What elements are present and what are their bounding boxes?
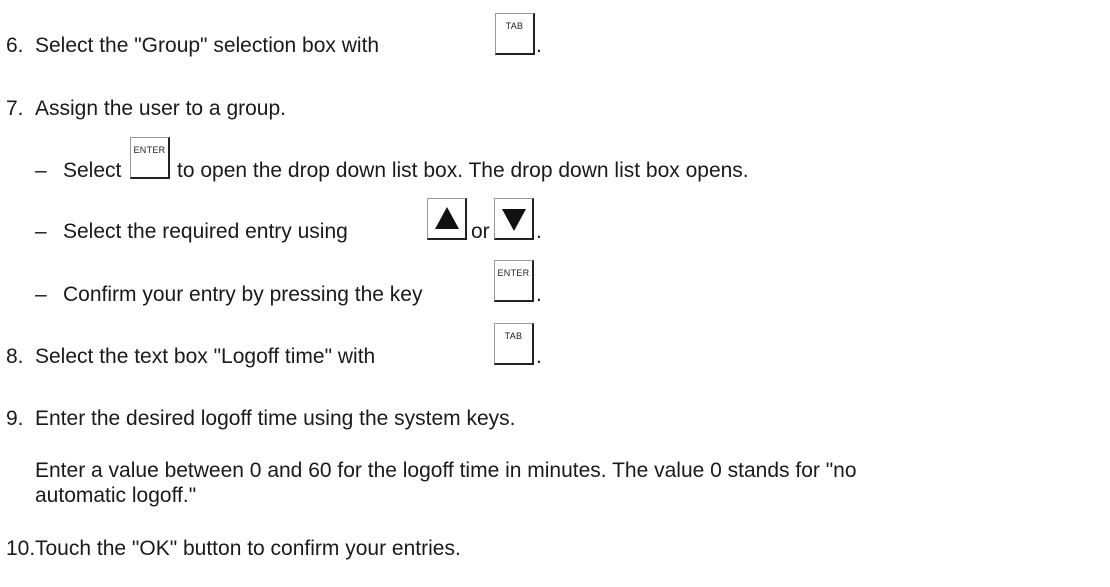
paragraph-line: automatic logoff." xyxy=(35,484,197,507)
substep-punct: . xyxy=(536,283,542,306)
step-number: 10. xyxy=(6,537,36,560)
substep-text: Select the required entry using xyxy=(63,220,348,243)
step-number: 7. xyxy=(6,97,24,120)
substep-punct: . xyxy=(536,220,542,243)
step-text: Touch the "OK" button to confirm your en… xyxy=(35,537,461,560)
bullet-dash: – xyxy=(35,283,47,306)
step-text: Select the text box "Logoff time" with xyxy=(35,345,376,368)
key-label: TAB xyxy=(504,331,523,341)
key-label: ENTER xyxy=(497,268,530,278)
step-text: Assign the user to a group. xyxy=(35,97,286,120)
or-text: or xyxy=(471,220,490,243)
step-punct: . xyxy=(536,345,542,368)
key-label: TAB xyxy=(505,21,524,31)
step-number: 6. xyxy=(6,34,24,57)
bullet-dash: – xyxy=(35,220,47,243)
enter-key-icon: ENTER xyxy=(494,260,534,302)
arrow-down-key-icon xyxy=(494,198,534,240)
tab-key-icon: TAB xyxy=(494,323,534,365)
step-punct: . xyxy=(536,34,542,57)
tab-key-icon: TAB xyxy=(495,13,535,55)
substep-text: Select xyxy=(63,159,122,182)
up-triangle-icon xyxy=(435,207,459,229)
substep-text: Confirm your entry by pressing the key xyxy=(63,283,423,306)
step-number: 9. xyxy=(6,407,24,430)
down-triangle-icon xyxy=(502,209,526,231)
substep-text: to open the drop down list box. The drop… xyxy=(177,159,749,182)
enter-key-icon: ENTER xyxy=(130,137,170,179)
bullet-dash: – xyxy=(35,159,47,182)
paragraph-line: Enter a value between 0 and 60 for the l… xyxy=(35,459,857,482)
step-number: 8. xyxy=(6,345,24,368)
step-text: Enter the desired logoff time using the … xyxy=(35,407,516,430)
manual-page: { "steps": [ {"num": "6.", "before": "Se… xyxy=(0,0,1110,587)
arrow-up-key-icon xyxy=(427,198,467,240)
step-text: Select the "Group" selection box with xyxy=(35,34,380,57)
key-label: ENTER xyxy=(133,145,166,155)
